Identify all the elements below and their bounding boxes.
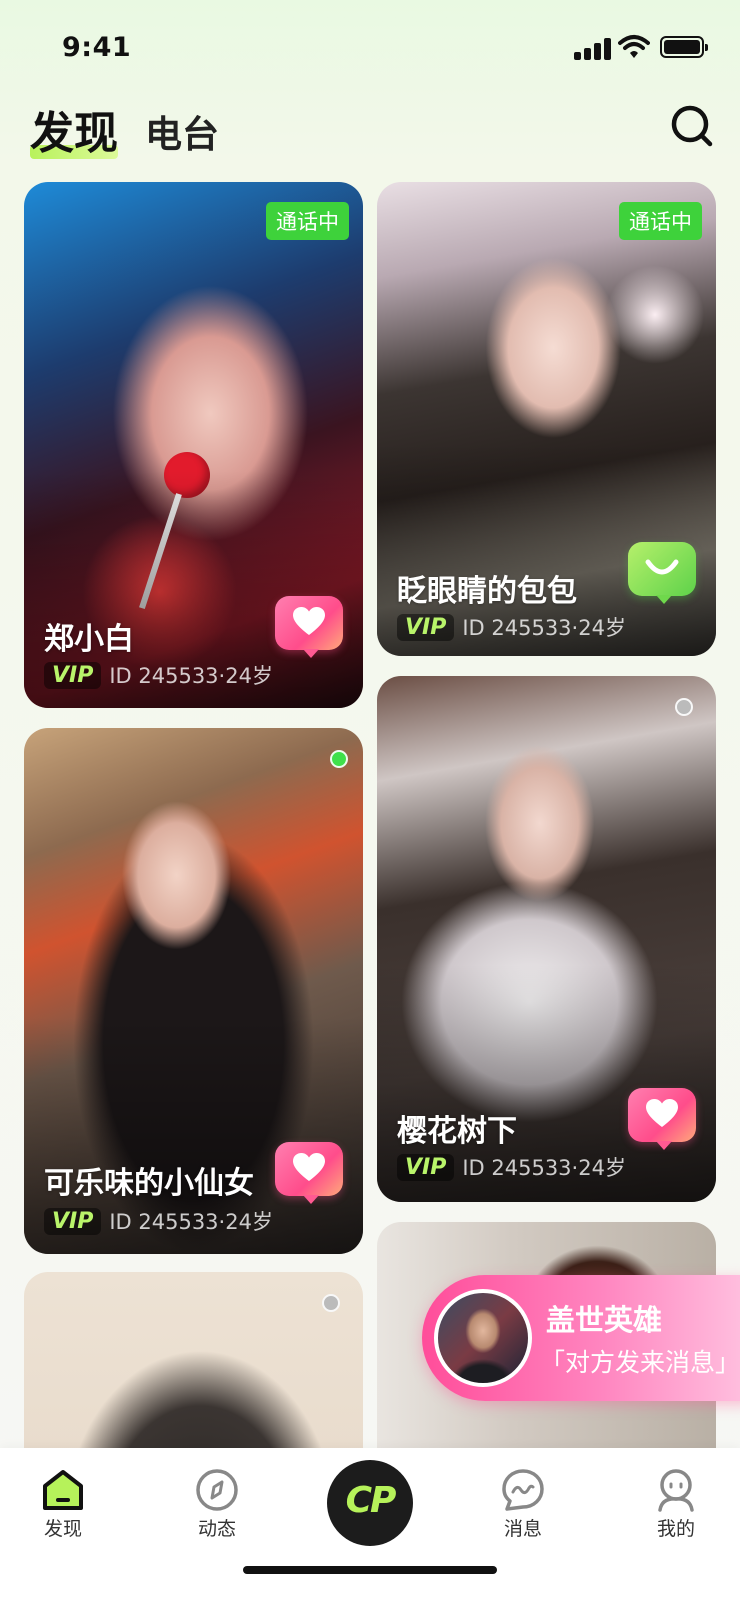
tab-discover[interactable]: 发现 — [30, 97, 118, 161]
user-name: 眨眼睛的包包 — [397, 574, 577, 609]
in-call-badge: 通话中 — [619, 202, 702, 240]
nav-label: 动态 — [197, 1518, 236, 1540]
user-card[interactable]: 可乐味的小仙女 VIP ID 245533·24岁 — [24, 728, 363, 1254]
online-status-dot — [330, 750, 348, 768]
user-meta: VIP ID 245533·24岁 — [44, 660, 273, 690]
user-meta: VIP ID 245533·24岁 — [44, 1206, 273, 1236]
search-icon[interactable] — [668, 102, 716, 150]
user-card[interactable]: 樱花树下 VIP ID 245533·24岁 — [377, 676, 716, 1202]
message-icon — [502, 1469, 544, 1511]
chat-button[interactable] — [628, 542, 696, 604]
nav-label: 发现 — [43, 1518, 82, 1540]
like-button[interactable] — [628, 1088, 696, 1150]
heart-icon — [646, 1099, 678, 1127]
status-time: 9:41 — [62, 32, 132, 63]
tab-discover-label: 发现 — [30, 108, 118, 159]
user-meta: VIP ID 245533·24岁 — [397, 1152, 626, 1182]
avatar — [434, 1289, 532, 1387]
status-bar: 9:41 — [0, 0, 740, 92]
nav-label: 我的 — [656, 1518, 695, 1540]
wifi-icon — [618, 35, 650, 58]
user-card[interactable]: 通话中 眨眼睛的包包 VIP ID 245533·24岁 — [377, 182, 716, 656]
user-id-age: ID 245533·24岁 — [462, 616, 626, 640]
heart-icon — [293, 607, 325, 635]
cellular-signal-icon — [574, 38, 612, 60]
user-name: 樱花树下 — [397, 1114, 517, 1149]
tab-radio[interactable]: 电台 — [145, 104, 219, 158]
user-id-age: ID 245533·24岁 — [109, 664, 273, 688]
header: 发现 电台 — [0, 92, 740, 172]
compass-icon — [196, 1469, 238, 1511]
home-icon — [43, 1470, 83, 1510]
in-call-badge: 通话中 — [266, 202, 349, 240]
toast-sender-name: 盖世英雄 — [546, 1303, 663, 1337]
nav-discover[interactable]: 发现 — [13, 1468, 113, 1541]
heart-icon — [293, 1153, 325, 1181]
like-button[interactable] — [275, 1142, 343, 1204]
user-id-age: ID 245533·24岁 — [462, 1156, 626, 1180]
smile-icon — [645, 559, 679, 575]
profile-icon — [658, 1469, 694, 1512]
cp-icon: CP — [345, 1480, 397, 1521]
nav-label: 消息 — [503, 1518, 542, 1540]
nav-profile[interactable]: 我的 — [626, 1468, 726, 1541]
vip-badge: VIP — [397, 1153, 455, 1181]
home-indicator — [243, 1566, 497, 1574]
offline-status-dot — [322, 1294, 340, 1312]
user-card[interactable]: 通话中 郑小白 VIP ID 245533·24岁 — [24, 182, 363, 708]
tab-radio-label: 电台 — [145, 113, 219, 156]
vip-badge: VIP — [397, 613, 455, 641]
battery-icon — [660, 36, 708, 58]
user-meta: VIP ID 245533·24岁 — [397, 612, 626, 642]
like-button[interactable] — [275, 596, 343, 658]
toast-message: 「对方发来消息」 — [540, 1348, 740, 1377]
message-toast[interactable]: 盖世英雄 「对方发来消息」 — [422, 1275, 740, 1401]
vip-badge: VIP — [44, 1207, 102, 1235]
bottom-navigation: 发现 动态 CP 消息 我的 — [0, 1448, 740, 1600]
user-name: 可乐味的小仙女 — [44, 1166, 254, 1201]
user-id-age: ID 245533·24岁 — [109, 1210, 273, 1234]
nav-moments[interactable]: 动态 — [167, 1468, 267, 1541]
cp-button[interactable]: CP — [327, 1460, 413, 1546]
user-name: 郑小白 — [44, 622, 134, 657]
nav-messages[interactable]: 消息 — [473, 1468, 573, 1541]
offline-status-dot — [675, 698, 693, 716]
vip-badge: VIP — [44, 661, 102, 689]
